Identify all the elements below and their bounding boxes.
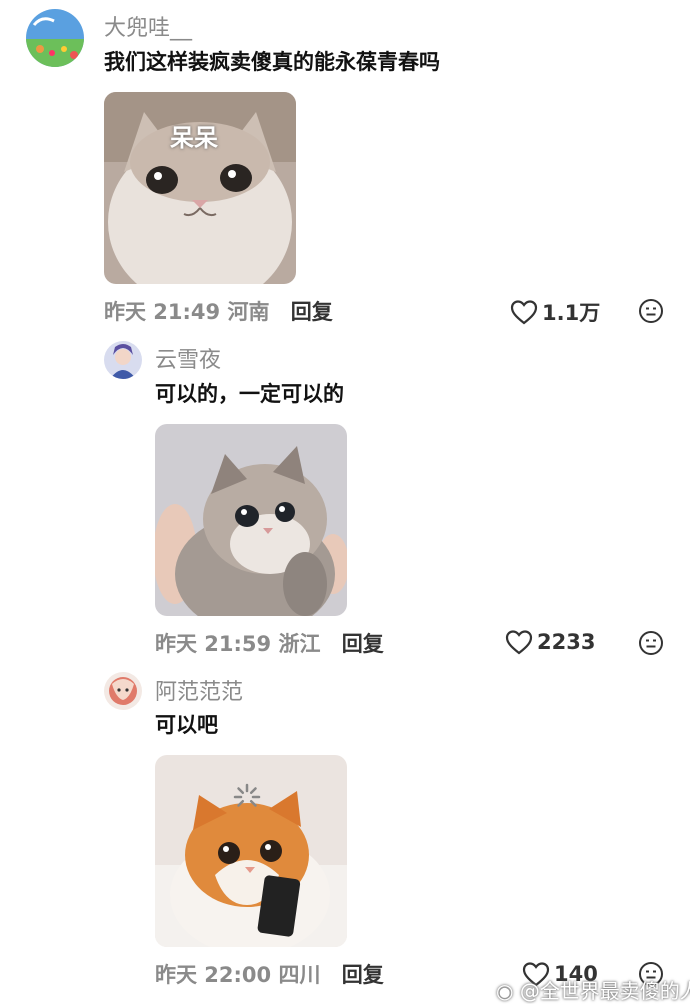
username[interactable]: 大兜哇__ xyxy=(104,10,192,42)
comment-text: 我们这样装疯卖傻真的能永葆青春吗 xyxy=(104,50,440,74)
like-count: 1.1万 xyxy=(542,301,601,325)
username[interactable]: 云雪夜 xyxy=(155,342,221,374)
avatar-user3[interactable] xyxy=(104,672,142,710)
weibo-logo-icon: ◉ xyxy=(496,979,514,1003)
comment-image-kitten[interactable] xyxy=(155,424,347,616)
emoji-face-icon[interactable] xyxy=(638,630,664,656)
like-button[interactable]: 2233 xyxy=(505,629,595,655)
comment-location: 浙江 xyxy=(278,632,321,656)
image-caption: 呆呆 xyxy=(170,124,218,152)
comment-image-cat-phone[interactable] xyxy=(155,755,347,947)
avatar-user2[interactable] xyxy=(104,341,142,379)
like-count: 2233 xyxy=(537,630,596,654)
heart-outline-icon xyxy=(505,630,533,655)
reply-button[interactable]: 回复 xyxy=(342,632,384,656)
reply-button[interactable]: 回复 xyxy=(291,300,333,324)
emoji-face-icon[interactable] xyxy=(638,298,664,324)
comment-location: 四川 xyxy=(278,963,321,987)
comment-time: 昨天 21:59 xyxy=(155,632,272,656)
comment-text: 可以吧 xyxy=(155,713,218,737)
username[interactable]: 阿范范范 xyxy=(155,674,243,706)
avatar-user1[interactable] xyxy=(26,9,84,67)
comment-time: 昨天 21:49 xyxy=(104,300,221,324)
comment-time: 昨天 22:00 xyxy=(155,963,272,987)
weibo-watermark: ◉ @全世界最卖傻的人 xyxy=(496,975,690,1004)
comment-image-cat-meme[interactable]: 呆呆 xyxy=(104,92,296,284)
comment-meta: 昨天 21:59 浙江 回复 xyxy=(155,628,384,658)
comment-location: 河南 xyxy=(227,300,270,324)
heart-outline-icon xyxy=(510,300,538,325)
watermark-text: @全世界最卖傻的人 xyxy=(519,979,690,1003)
comment-meta: 昨天 21:49 河南 回复 xyxy=(104,296,333,326)
comment-meta: 昨天 22:00 四川 回复 xyxy=(155,959,384,989)
like-button[interactable]: 1.1万 xyxy=(510,297,600,327)
comment-text: 可以的，一定可以的 xyxy=(155,382,344,406)
reply-button[interactable]: 回复 xyxy=(342,963,384,987)
